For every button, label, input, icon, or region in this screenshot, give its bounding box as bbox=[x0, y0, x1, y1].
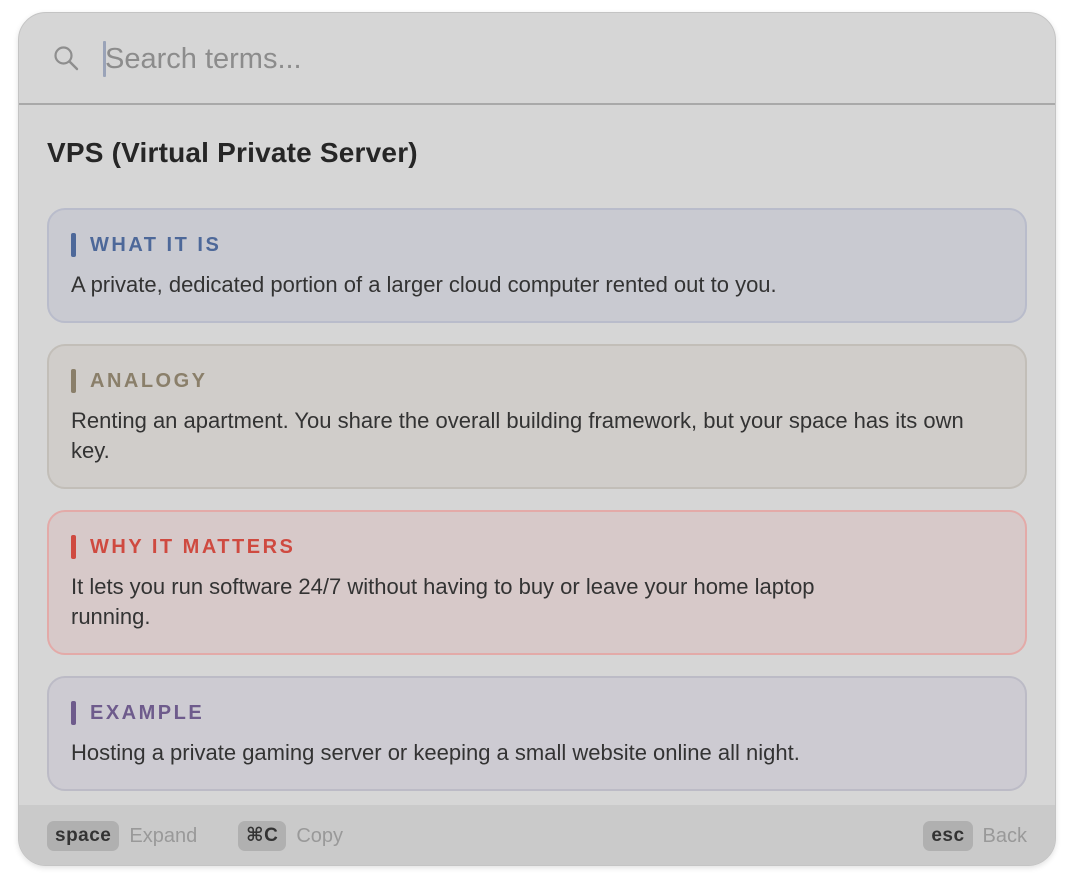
section-header: ANALOGY bbox=[71, 366, 1003, 396]
section-why-it-matters: WHY IT MATTERS It lets you run software … bbox=[47, 510, 1027, 655]
section-label: WHAT IT IS bbox=[90, 233, 222, 256]
section-what-it-is: WHAT IT IS A private, dedicated portion … bbox=[47, 208, 1027, 323]
section-text: It lets you run software 24/7 without ha… bbox=[71, 574, 815, 629]
accent-bar bbox=[71, 535, 76, 559]
copy-shortcut[interactable]: ⌘C Copy bbox=[238, 821, 343, 851]
section-header: EXAMPLE bbox=[71, 698, 1003, 728]
section-label: ANALOGY bbox=[90, 369, 208, 392]
section-example: EXAMPLE Hosting a private gaming server … bbox=[47, 676, 1027, 791]
section-label: WHY IT MATTERS bbox=[90, 535, 296, 558]
back-key: esc bbox=[923, 821, 973, 851]
section-analogy: ANALOGY Renting an apartment. You share … bbox=[47, 344, 1027, 489]
section-header: WHY IT MATTERS bbox=[71, 532, 1003, 562]
accent-bar bbox=[71, 369, 76, 393]
expand-key: space bbox=[47, 821, 120, 851]
accent-bar bbox=[71, 233, 76, 257]
copy-key: ⌘C bbox=[238, 821, 287, 851]
copy-label: Copy bbox=[296, 824, 344, 847]
section-label: EXAMPLE bbox=[90, 701, 205, 724]
shortcut-footer: space Expand ⌘C Copy esc Back bbox=[19, 805, 1055, 865]
search-bar bbox=[19, 13, 1055, 105]
section-text: Renting an apartment. You share the over… bbox=[71, 408, 964, 463]
search-icon bbox=[53, 45, 79, 71]
search-input[interactable] bbox=[105, 35, 1005, 83]
section-text: Hosting a private gaming server or keepi… bbox=[71, 740, 800, 765]
term-content: VPS (Virtual Private Server) WHAT IT IS … bbox=[47, 105, 1027, 791]
expand-shortcut[interactable]: space Expand bbox=[47, 821, 197, 851]
glossary-window: VPS (Virtual Private Server) WHAT IT IS … bbox=[18, 12, 1056, 866]
term-title: VPS (Virtual Private Server) bbox=[47, 137, 418, 168]
section-header: WHAT IT IS bbox=[71, 230, 1003, 260]
section-text: A private, dedicated portion of a larger… bbox=[71, 272, 777, 297]
expand-label: Expand bbox=[129, 824, 198, 847]
back-shortcut[interactable]: esc Back bbox=[923, 821, 1027, 851]
back-label: Back bbox=[982, 824, 1027, 847]
accent-bar bbox=[71, 701, 76, 725]
